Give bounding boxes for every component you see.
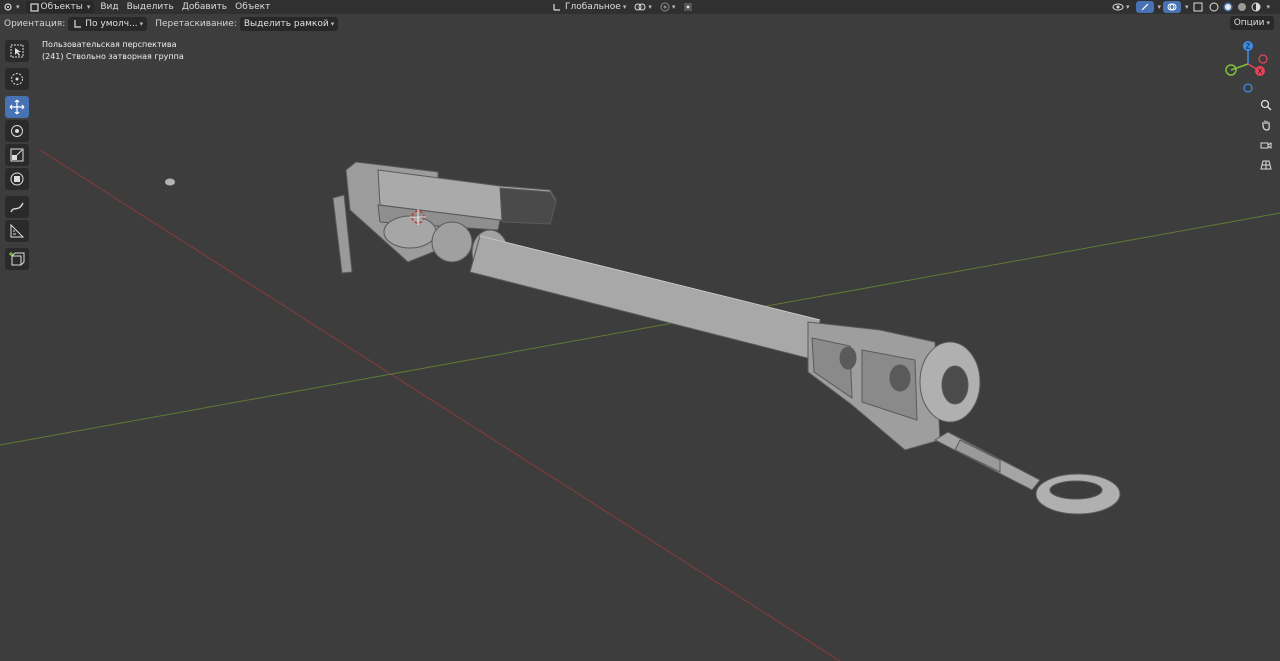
measure-icon	[10, 223, 25, 238]
camera-icon	[1260, 142, 1272, 149]
chevron-down-icon: ▾	[330, 20, 335, 28]
cursor-tool[interactable]	[5, 68, 29, 90]
pivot-dropdown[interactable]: ▾	[630, 0, 656, 14]
scale-icon	[10, 148, 24, 162]
visibility-icon	[1112, 3, 1124, 11]
add-cube-tool[interactable]	[5, 248, 29, 270]
chevron-down-icon: ▾	[622, 3, 627, 11]
snap-icon	[634, 3, 646, 11]
annotate-icon	[10, 202, 24, 213]
xray-icon	[1193, 2, 1203, 12]
header-bar: ▾ Объекты ▾ Вид Выделить Добавить Объект…	[0, 0, 1280, 14]
chevron-down-icon: ▾	[86, 3, 91, 11]
center-header-tools: Глобальное ▾ ▾ ▾	[548, 0, 697, 14]
dot-icon	[684, 3, 693, 11]
add-cube-icon	[9, 252, 25, 266]
orientation-label: Ориентация:	[4, 19, 66, 29]
wireframe-icon[interactable]	[1209, 2, 1219, 12]
tool-shelf	[5, 40, 31, 272]
gizmo-z-label: Z	[1246, 43, 1251, 51]
object-mode-icon	[29, 2, 39, 12]
annotate-tool[interactable]	[5, 196, 29, 218]
material-icon[interactable]	[1237, 2, 1247, 12]
select-box-tool[interactable]	[5, 40, 29, 62]
orientation-label: Глобальное	[565, 2, 621, 12]
rendered-icon[interactable]	[1251, 2, 1261, 12]
drag-value: Выделить рамкой	[243, 19, 329, 29]
small-object	[165, 178, 175, 186]
cursor-icon	[11, 73, 23, 85]
chevron-down-icon: ▾	[648, 3, 652, 11]
zoom-button[interactable]	[1256, 96, 1276, 114]
pan-button[interactable]	[1256, 116, 1276, 134]
chevron-down-icon: ▾	[671, 3, 676, 11]
orientation-value: По умолч...	[85, 19, 138, 29]
editor-type-icon	[4, 3, 12, 11]
viewport-info: Пользовательская перспектива (241) Ствол…	[42, 39, 184, 63]
drag-label: Перетаскивание:	[155, 19, 237, 29]
options-dropdown[interactable]: Опции ▾	[1229, 16, 1274, 30]
3d-viewport[interactable]	[0, 0, 1280, 661]
mode-label: Объекты	[40, 2, 83, 12]
object-info: (241) Ствольно затворная группа	[42, 52, 184, 61]
transform-orientation-dropdown[interactable]: Глобальное ▾	[548, 0, 630, 14]
scale-tool[interactable]	[5, 144, 29, 166]
grid-icon	[1260, 160, 1272, 170]
overlay-icon	[1167, 3, 1177, 11]
snap-toggle[interactable]: ▾	[656, 0, 680, 14]
hand-icon	[1262, 120, 1270, 131]
visibility-dropdown[interactable]: ▾	[1108, 0, 1134, 14]
chevron-down-icon: ▾	[16, 3, 20, 11]
orientation-icon	[553, 4, 560, 11]
measure-tool[interactable]	[5, 220, 29, 242]
proportional-icon	[660, 2, 670, 12]
move-tool[interactable]	[5, 96, 29, 118]
mode-dropdown[interactable]: Объекты ▾	[25, 1, 95, 13]
rotate-tool[interactable]	[5, 120, 29, 142]
shading-buttons: ▾	[1207, 0, 1273, 14]
chevron-down-icon[interactable]: ▾	[1267, 3, 1271, 11]
zoom-icon	[1260, 99, 1272, 111]
options-label: Опции	[1233, 18, 1265, 28]
chevron-down-icon: ▾	[1266, 19, 1270, 27]
menu-view[interactable]: Вид	[96, 0, 122, 14]
chevron-down-icon[interactable]: ▾	[1158, 3, 1162, 11]
select-box-icon	[10, 44, 24, 58]
chevron-down-icon: ▾	[1126, 3, 1130, 11]
drag-dropdown[interactable]: Выделить рамкой ▾	[239, 17, 339, 31]
gizmo-icon	[1141, 3, 1148, 11]
view-name: Пользовательская перспектива	[42, 40, 177, 49]
tool-settings-bar: Ориентация: По умолч... ▾ Перетаскивание…	[0, 16, 1280, 32]
orientation-dropdown[interactable]: По умолч... ▾	[68, 17, 148, 31]
proportional-toggle[interactable]	[679, 0, 697, 14]
right-header-tools: ▾ ▾ ▾ ▾	[1108, 0, 1272, 14]
move-icon	[9, 99, 25, 115]
rotate-icon	[11, 125, 23, 137]
xray-toggle[interactable]	[1189, 0, 1207, 14]
transform-icon	[10, 172, 24, 186]
menu-select[interactable]: Выделить	[123, 0, 178, 14]
solid-icon[interactable]	[1223, 2, 1233, 12]
axes-icon	[74, 20, 82, 28]
overlay-toggle[interactable]	[1163, 1, 1182, 13]
editor-type-button[interactable]: ▾	[0, 0, 24, 14]
menu-add[interactable]: Добавить	[178, 0, 231, 14]
navigation-gizmo[interactable]: Z X	[1218, 38, 1274, 94]
perspective-toggle-button[interactable]	[1256, 156, 1276, 174]
chevron-down-icon: ▾	[139, 20, 144, 28]
transform-tool[interactable]	[5, 168, 29, 190]
gizmo-x-label: X	[1258, 68, 1263, 76]
gizmo-toggle[interactable]	[1135, 1, 1154, 13]
camera-view-button[interactable]	[1256, 136, 1276, 154]
menu-object[interactable]: Объект	[231, 0, 274, 14]
